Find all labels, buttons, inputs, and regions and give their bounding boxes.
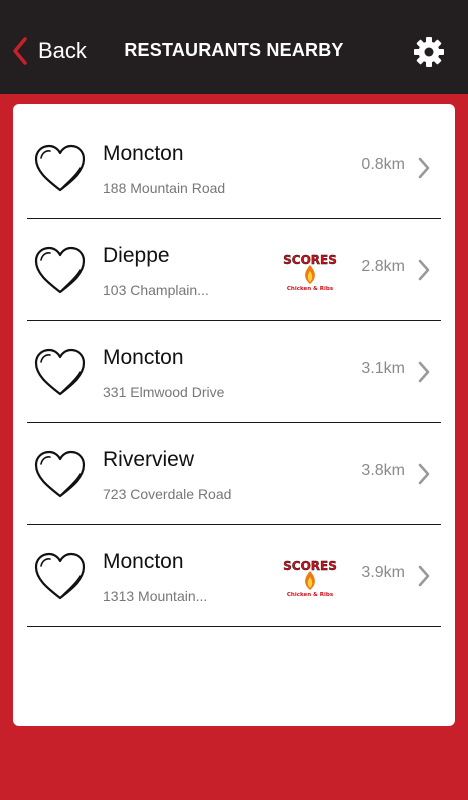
- restaurants-card: Moncton 188 Mountain Road 0.8km Dieppe 1…: [13, 104, 455, 726]
- restaurant-row[interactable]: Dieppe 103 Champlain... SCORES Chicken &…: [27, 220, 441, 321]
- restaurant-address: 188 Mountain Road: [103, 180, 226, 196]
- restaurant-row[interactable]: Riverview 723 Coverdale Road 3.8km: [27, 424, 441, 525]
- svg-text:SCORES: SCORES: [283, 559, 337, 573]
- restaurant-address: 331 Elmwood Drive: [103, 384, 225, 400]
- restaurant-address: 103 Champlain...: [103, 282, 209, 298]
- chevron-right-icon: [418, 259, 430, 281]
- svg-text:SCORES: SCORES: [283, 253, 337, 267]
- chevron-right-icon: [418, 361, 430, 383]
- heart-outline-icon[interactable]: [33, 450, 87, 500]
- scores-logo: SCORES Chicken & Ribs: [283, 559, 337, 598]
- restaurant-distance: 2.8km: [361, 258, 405, 275]
- svg-text:Chicken & Ribs: Chicken & Ribs: [287, 286, 334, 292]
- restaurant-city: Moncton: [103, 142, 184, 165]
- restaurant-distance: 3.8km: [361, 462, 405, 479]
- restaurant-address: 723 Coverdale Road: [103, 486, 232, 502]
- heart-outline-icon[interactable]: [33, 552, 87, 602]
- chevron-right-icon: [418, 565, 430, 587]
- heart-outline-icon[interactable]: [33, 144, 87, 194]
- restaurant-city: Riverview: [103, 448, 195, 471]
- gear-icon[interactable]: [412, 35, 446, 69]
- heart-outline-icon[interactable]: [33, 246, 87, 296]
- restaurant-city: Moncton: [103, 346, 184, 369]
- page-title: RESTAURANTS NEARBY: [124, 40, 344, 60]
- restaurant-address: 1313 Mountain...: [103, 588, 208, 604]
- restaurant-distance: 3.1km: [361, 360, 405, 377]
- chevron-right-icon: [418, 463, 430, 485]
- svg-text:Chicken & Ribs: Chicken & Ribs: [287, 592, 334, 598]
- restaurant-row[interactable]: Moncton 331 Elmwood Drive 3.1km: [27, 322, 441, 423]
- restaurant-city: Dieppe: [103, 244, 170, 267]
- restaurant-distance: 3.9km: [361, 564, 405, 581]
- restaurant-row[interactable]: Moncton 1313 Mountain... SCORES Chicken …: [27, 526, 441, 627]
- restaurant-city: Moncton: [103, 550, 184, 573]
- restaurant-distance: 0.8km: [361, 156, 405, 173]
- top-bar: Back RESTAURANTS NEARBY: [0, 0, 468, 94]
- restaurant-list: Moncton 188 Mountain Road 0.8km Dieppe 1…: [27, 118, 441, 627]
- restaurant-row[interactable]: Moncton 188 Mountain Road 0.8km: [27, 118, 441, 219]
- heart-outline-icon[interactable]: [33, 348, 87, 398]
- chevron-right-icon: [418, 157, 430, 179]
- scores-logo: SCORES Chicken & Ribs: [283, 253, 337, 292]
